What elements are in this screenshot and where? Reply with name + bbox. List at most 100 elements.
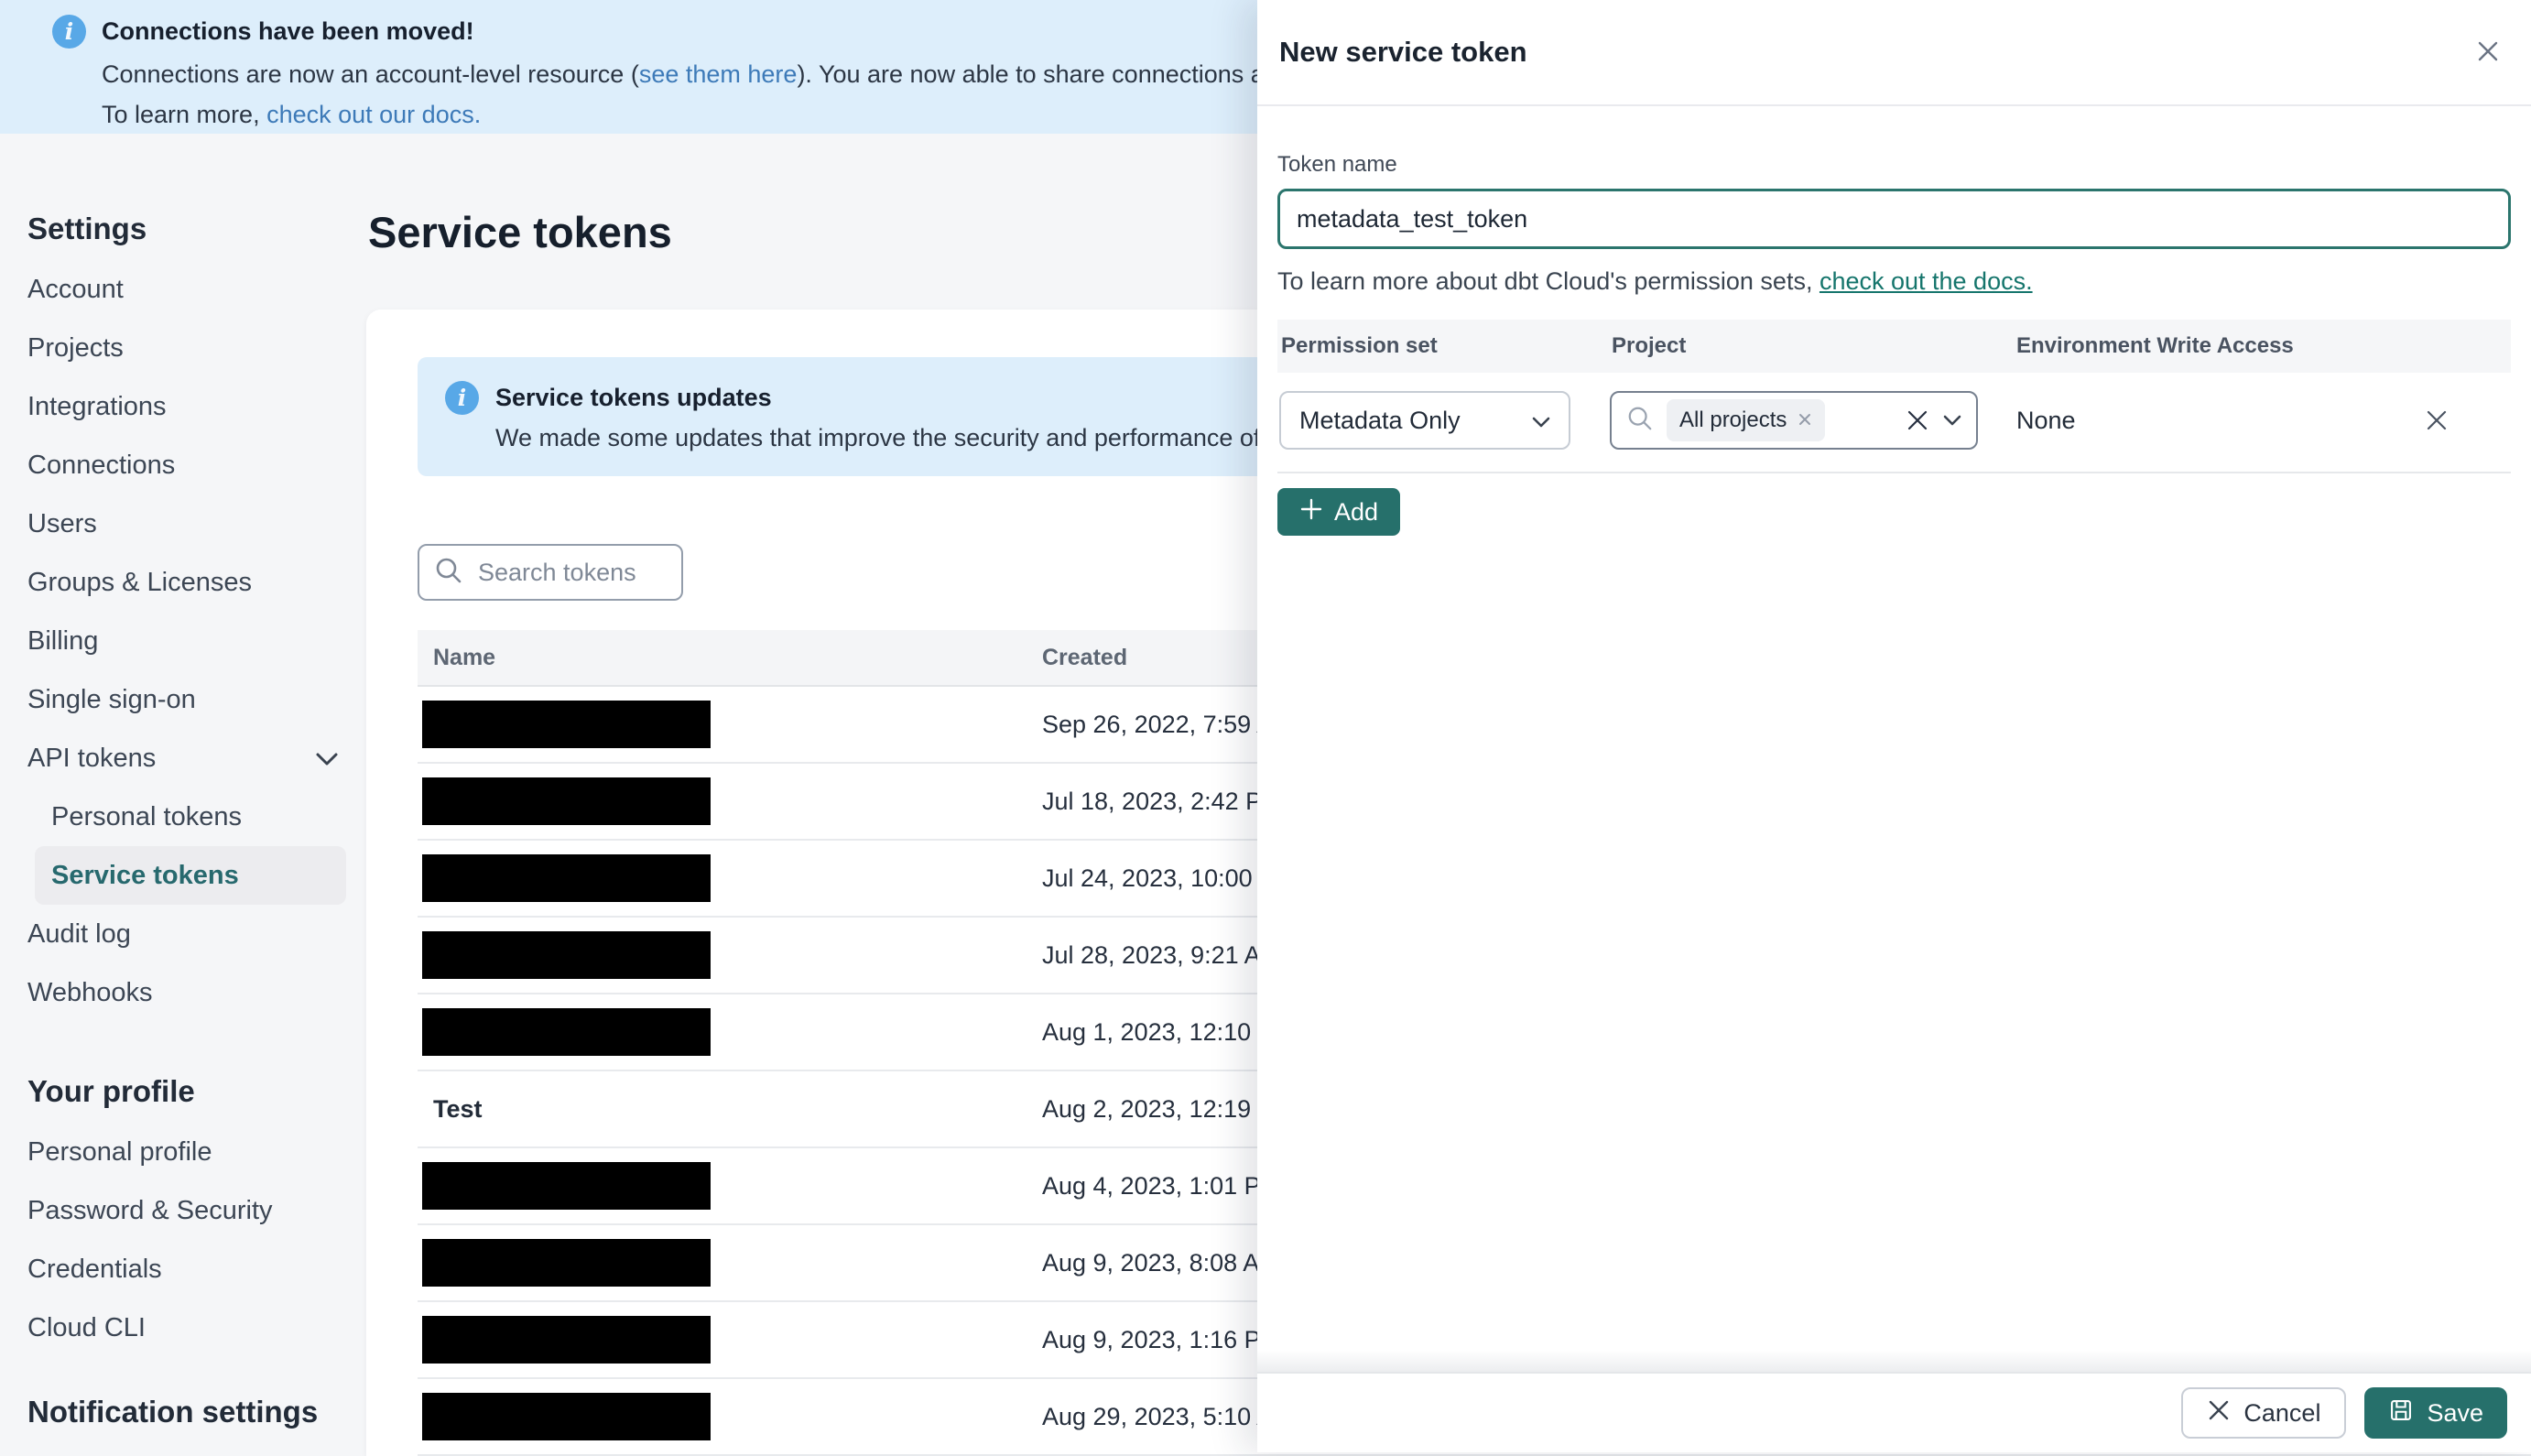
permission-set-select[interactable]: Metadata Only	[1279, 391, 1570, 450]
column-header-name: Name	[433, 644, 496, 670]
redacted-token-name	[422, 701, 711, 748]
sidebar-item-label: Personal tokens	[51, 801, 242, 831]
sidebar-item-label: Personal profile	[27, 1136, 212, 1167]
redacted-token-name	[422, 1239, 711, 1287]
search-icon	[1626, 405, 1654, 437]
redacted-token-name	[422, 1008, 711, 1056]
sidebar-item-label: Password & Security	[27, 1195, 273, 1225]
sidebar-item-billing[interactable]: Billing	[0, 612, 366, 670]
sidebar-item-personal-profile[interactable]: Personal profile	[0, 1123, 366, 1181]
sidebar-item-label: Billing	[27, 625, 99, 656]
banner-line1-text: Connections are now an account-level res…	[102, 60, 639, 88]
column-header-project: Project	[1612, 333, 1687, 358]
drawer-header: New service token	[1257, 0, 2531, 106]
add-permission-button[interactable]: Add	[1277, 488, 1401, 536]
token-name-label: Token name	[1277, 152, 1397, 177]
plus-icon	[1299, 497, 1323, 527]
remove-row-button[interactable]	[2417, 406, 2456, 438]
sidebar-item-account[interactable]: Account	[0, 260, 366, 319]
clear-selection-icon[interactable]	[1905, 407, 1930, 433]
redacted-token-name	[422, 931, 711, 979]
save-button-label: Save	[2427, 1398, 2483, 1427]
redacted-token-name	[422, 1393, 711, 1440]
column-header-environment-write-access: Environment Write Access	[2016, 333, 2294, 358]
cancel-button-label: Cancel	[2243, 1398, 2321, 1427]
sidebar-item-label: Users	[27, 508, 97, 538]
redacted-token-name	[422, 1162, 711, 1210]
sidebar-item-cloud-cli[interactable]: Cloud CLI	[0, 1298, 366, 1357]
drawer-title: New service token	[1279, 36, 1527, 68]
sidebar-item-groups-licenses[interactable]: Groups & Licenses	[0, 553, 366, 612]
sidebar-item-audit-log[interactable]: Audit log	[0, 905, 366, 963]
sidebar-heading-your-profile: Your profile	[27, 1074, 195, 1108]
sidebar-item-label: Service tokens	[51, 860, 239, 890]
banner-line2-text: To learn more,	[102, 101, 267, 128]
docs-line-text: To learn more about dbt Cloud's permissi…	[1277, 267, 1819, 295]
sidebar-heading-notification-settings: Notification settings	[27, 1395, 319, 1429]
sidebar-heading-settings: Settings	[27, 212, 147, 245]
save-button[interactable]: Save	[2364, 1387, 2507, 1439]
sidebar-item-credentials[interactable]: Credentials	[0, 1240, 366, 1298]
permission-row: Metadata Only All projects None	[1277, 391, 2511, 451]
permission-docs-line: To learn more about dbt Cloud's permissi…	[1277, 267, 2511, 296]
permission-set-value: Metadata Only	[1299, 406, 1461, 434]
info-icon: i	[52, 15, 86, 49]
drawer-footer: Cancel Save	[1257, 1350, 2531, 1452]
search-icon	[434, 556, 463, 590]
redacted-token-name	[422, 1316, 711, 1364]
sidebar-item-webhooks[interactable]: Webhooks	[0, 963, 366, 1022]
sidebar-item-label: Credentials	[27, 1254, 162, 1284]
chevron-down-icon[interactable]	[1943, 415, 1961, 427]
new-service-token-drawer: New service token Token name To learn mo…	[1257, 0, 2531, 1452]
token-name-input[interactable]	[1277, 189, 2511, 249]
check-out-our-docs-link[interactable]: check out our docs.	[266, 101, 481, 128]
sidebar-item-api-tokens[interactable]: API tokens	[0, 729, 366, 788]
sidebar-item-label: API tokens	[27, 743, 157, 773]
search-tokens-box[interactable]	[418, 544, 683, 601]
notice-title: Service tokens updates	[495, 384, 772, 411]
project-chip[interactable]: All projects	[1667, 399, 1826, 441]
add-button-label: Add	[1334, 497, 1379, 526]
sidebar-item-label: Connections	[27, 450, 176, 480]
save-icon	[2388, 1397, 2414, 1429]
close-icon	[2207, 1398, 2231, 1429]
sidebar-item-service-tokens[interactable]: Service tokens	[35, 846, 346, 905]
close-icon	[2423, 407, 2450, 437]
see-them-here-link[interactable]: see them here	[639, 60, 798, 88]
project-multiselect[interactable]: All projects	[1610, 391, 1978, 450]
sidebar-item-single-sign-on[interactable]: Single sign-on	[0, 670, 366, 729]
chevron-down-icon	[315, 744, 339, 774]
environment-write-access-value: None	[2016, 407, 2076, 434]
column-header-permission-set: Permission set	[1281, 333, 1438, 358]
sidebar-item-label: Projects	[27, 332, 124, 363]
sidebar-item-users[interactable]: Users	[0, 494, 366, 553]
info-icon: i	[445, 381, 479, 415]
sidebar-item-password-security[interactable]: Password & Security	[0, 1181, 366, 1240]
remove-chip-icon[interactable]	[1798, 407, 1812, 433]
sidebar-item-projects[interactable]: Projects	[0, 319, 366, 377]
project-chip-label: All projects	[1679, 407, 1787, 432]
redacted-token-name	[422, 854, 711, 902]
settings-sidebar: Settings Account Projects Integrations C…	[0, 134, 366, 1452]
cancel-button[interactable]: Cancel	[2181, 1387, 2347, 1439]
sidebar-item-label: Account	[27, 274, 124, 304]
sidebar-item-label: Integrations	[27, 391, 167, 421]
sidebar-item-integrations[interactable]: Integrations	[0, 377, 366, 436]
sidebar-item-personal-tokens[interactable]: Personal tokens	[0, 788, 366, 846]
close-icon	[2474, 38, 2502, 68]
redacted-token-name	[422, 777, 711, 825]
sidebar-item-label: Webhooks	[27, 977, 153, 1007]
sidebar-item-label: Groups & Licenses	[27, 567, 253, 597]
search-input[interactable]	[476, 557, 673, 588]
token-name-cell: Test	[433, 1094, 483, 1123]
close-drawer-button[interactable]	[2467, 30, 2509, 75]
permissions-table-header: Permission set Project Environment Write…	[1277, 320, 2511, 373]
drawer-body: Token name To learn more about dbt Cloud…	[1257, 106, 2531, 536]
sidebar-item-label: Single sign-on	[27, 684, 196, 714]
check-out-the-docs-link[interactable]: check out the docs.	[1819, 267, 2033, 295]
divider	[1277, 472, 2511, 473]
banner-title: Connections have been moved!	[102, 17, 474, 45]
sidebar-item-label: Audit log	[27, 918, 131, 949]
sidebar-item-connections[interactable]: Connections	[0, 436, 366, 494]
footer-shadow	[1257, 1350, 2531, 1372]
